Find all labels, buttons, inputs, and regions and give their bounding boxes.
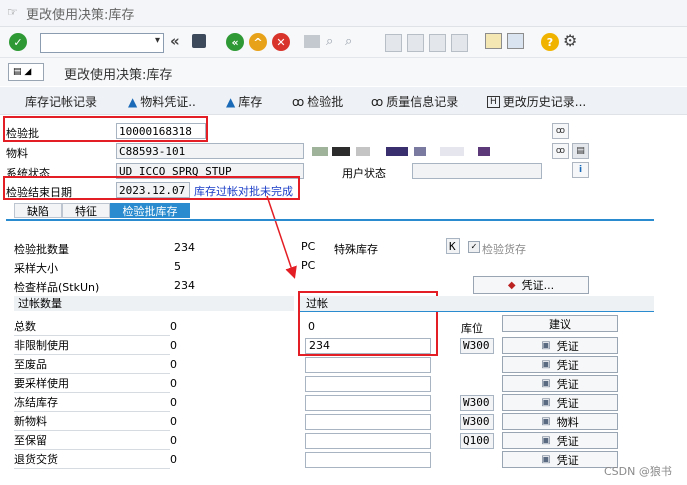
document-icon: ▣	[541, 359, 551, 370]
lot-quantity-value: 234	[174, 241, 195, 254]
posting-qty-input[interactable]: 234	[305, 338, 431, 354]
document-icon: ▣	[541, 416, 551, 427]
posting-row-label: 要采样使用	[14, 375, 170, 393]
storage-location-field[interactable]: W300	[460, 395, 494, 411]
posting-qty-header-label: 过帐数量	[18, 297, 62, 310]
document-icon: ▣	[541, 454, 551, 465]
posting-row-label: 总数	[14, 318, 170, 336]
special-stock-label: 特殊库存	[334, 243, 378, 256]
posting-action-label: 凭证	[556, 339, 579, 353]
posting-row-qty: 0	[170, 358, 177, 371]
posting-action-button[interactable]: ▣ 凭证	[502, 394, 618, 411]
posting-row-label: 非限制使用	[14, 337, 170, 355]
posting-total: 0	[308, 320, 315, 333]
posting-row-label: 新物料	[14, 413, 170, 431]
posting-row-qty: 0	[170, 415, 177, 428]
tab-characteristics[interactable]: 特征	[62, 203, 110, 218]
posting-action-button[interactable]: ▣ 凭证	[502, 432, 618, 449]
storage-location-field[interactable]: W300	[460, 338, 494, 354]
posting-action-label: 物料	[556, 415, 579, 429]
posting-qty-header: 过帐数量	[14, 296, 294, 311]
posting-action-button[interactable]: ▣ 凭证	[502, 375, 618, 392]
posting-row-qty: 0	[170, 377, 177, 390]
inspection-stock-label: 检验货存	[482, 243, 526, 256]
lot-quantity-unit: PC	[301, 240, 316, 253]
hat-icon: ◆	[507, 279, 516, 291]
posting-qty-input[interactable]	[305, 376, 431, 392]
sample-size-unit: PC	[301, 259, 316, 272]
document-icon: ▣	[541, 378, 551, 389]
inspected-label: 检查样品(StkUn)	[14, 281, 100, 294]
document-icon: ▣	[541, 435, 551, 446]
posting-action-button[interactable]: ▣ 物料	[502, 413, 618, 430]
watermark: CSDN @狼书	[604, 465, 672, 478]
inspection-stock-checkbox[interactable]: ✓	[468, 241, 480, 253]
posting-row-label: 至保留	[14, 432, 170, 450]
document-icon: ▣	[541, 397, 551, 408]
location-header: 库位	[461, 322, 483, 335]
posting-row-qty: 0	[170, 320, 177, 333]
posting-header-label: 过帐	[306, 297, 328, 310]
posting-row-label: 退货交货	[14, 451, 170, 469]
posting-row-qty: 0	[170, 339, 177, 352]
special-stock-field: K	[446, 238, 460, 254]
sample-size-value: 5	[174, 260, 181, 273]
posting-row-qty: 0	[170, 434, 177, 447]
posting-divider	[300, 311, 654, 312]
posting-row-label: 冻结库存	[14, 394, 170, 412]
posting-action-button[interactable]: ▣ 凭证	[502, 337, 618, 354]
document-button[interactable]: ◆ 凭证...	[473, 276, 589, 294]
sample-size-label: 采样大小	[14, 262, 58, 275]
posting-action-button[interactable]: ▣ 凭证	[502, 356, 618, 373]
storage-location-field[interactable]: Q100	[460, 433, 494, 449]
tab-inspection-lot-stock[interactable]: 检验批库存	[110, 203, 190, 218]
posting-action-label: 凭证	[556, 377, 579, 391]
inspected-value: 234	[174, 279, 195, 292]
document-icon: ▣	[541, 340, 551, 351]
posting-action-button[interactable]: ▣ 凭证	[502, 451, 618, 468]
posting-qty-input[interactable]	[305, 433, 431, 449]
posting-qty-input[interactable]	[305, 452, 431, 468]
proposal-label: 建议	[549, 317, 571, 331]
posting-row-qty: 0	[170, 396, 177, 409]
posting-action-label: 凭证	[556, 358, 579, 372]
storage-location-field[interactable]: W300	[460, 414, 494, 430]
posting-row-qty: 0	[170, 453, 177, 466]
posting-qty-input[interactable]	[305, 395, 431, 411]
posting-action-label: 凭证	[556, 396, 579, 410]
posting-row-label: 至废品	[14, 356, 170, 374]
tab-defects[interactable]: 缺陷	[14, 203, 62, 218]
posting-qty-input[interactable]	[305, 414, 431, 430]
posting-header: 过帐	[300, 296, 654, 311]
posting-qty-input[interactable]	[305, 357, 431, 373]
lot-quantity-label: 检验批数量	[14, 243, 69, 256]
posting-action-label: 凭证	[556, 453, 579, 467]
proposal-button[interactable]: 建议	[502, 315, 618, 332]
posting-action-label: 凭证	[556, 434, 579, 448]
document-button-label: 凭证...	[521, 279, 555, 292]
tab-underline	[6, 219, 654, 221]
